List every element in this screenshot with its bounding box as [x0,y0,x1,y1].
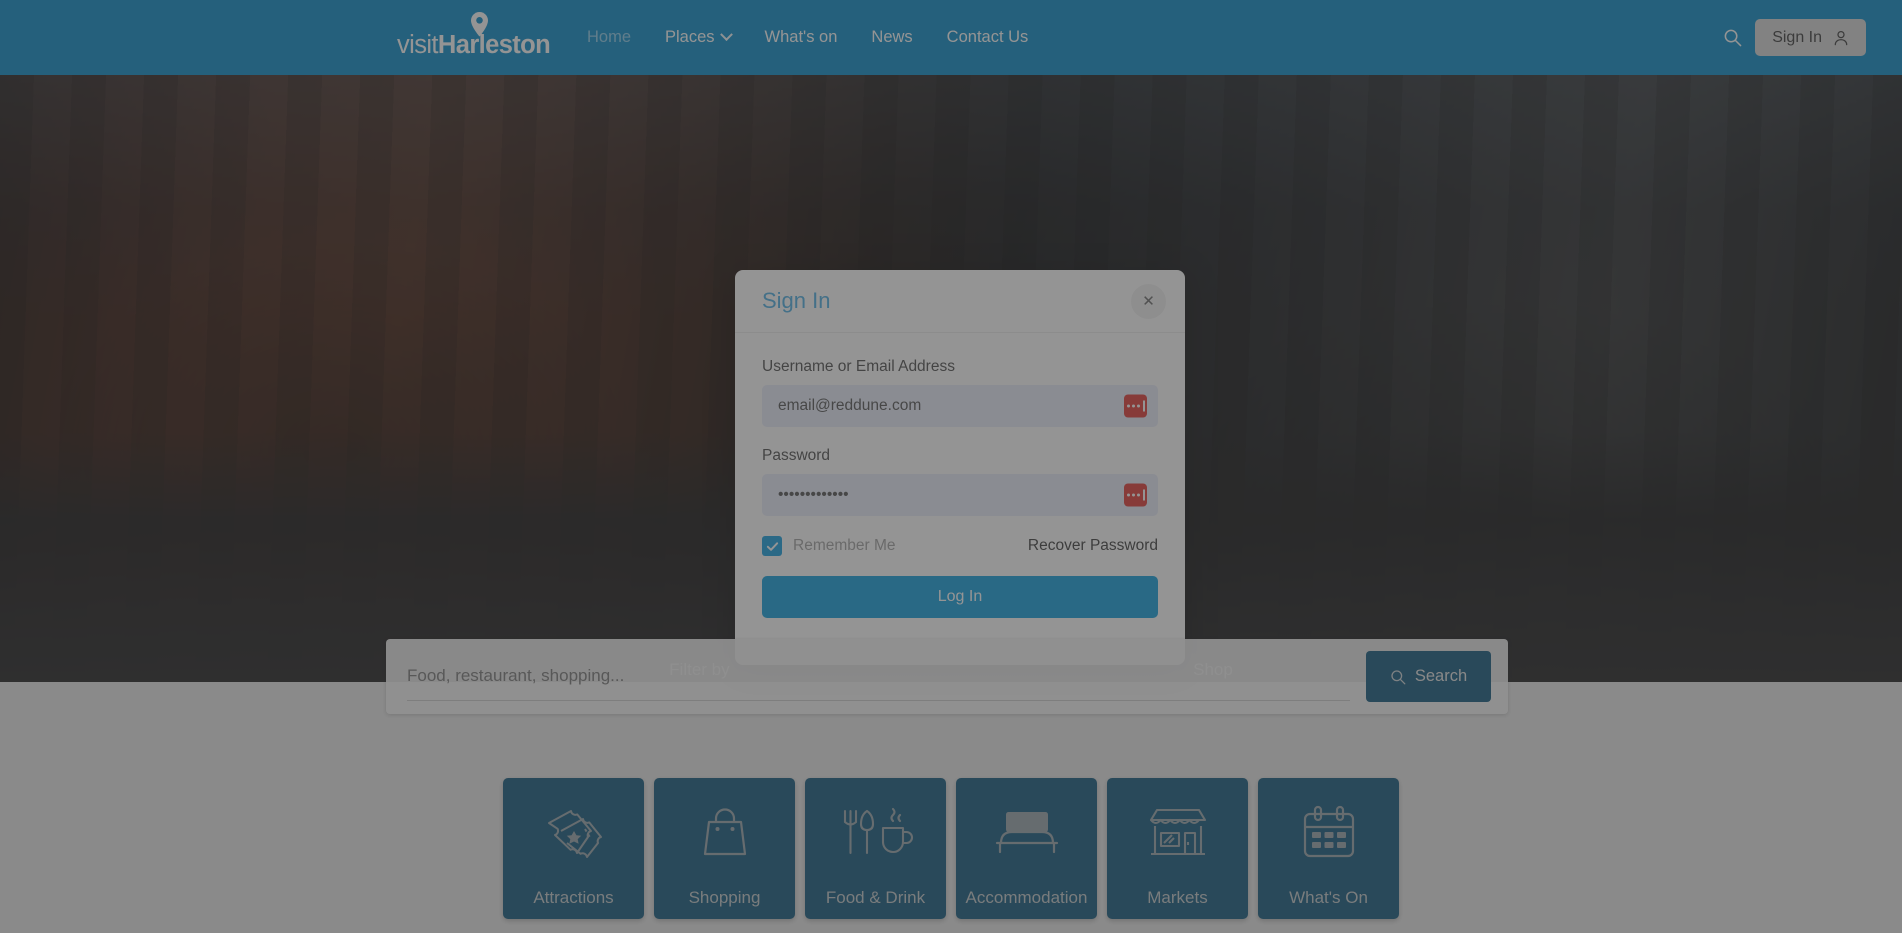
modal-overlay[interactable] [0,0,1902,933]
page-root: visitHarleston Home Places What's on New… [0,0,1902,933]
